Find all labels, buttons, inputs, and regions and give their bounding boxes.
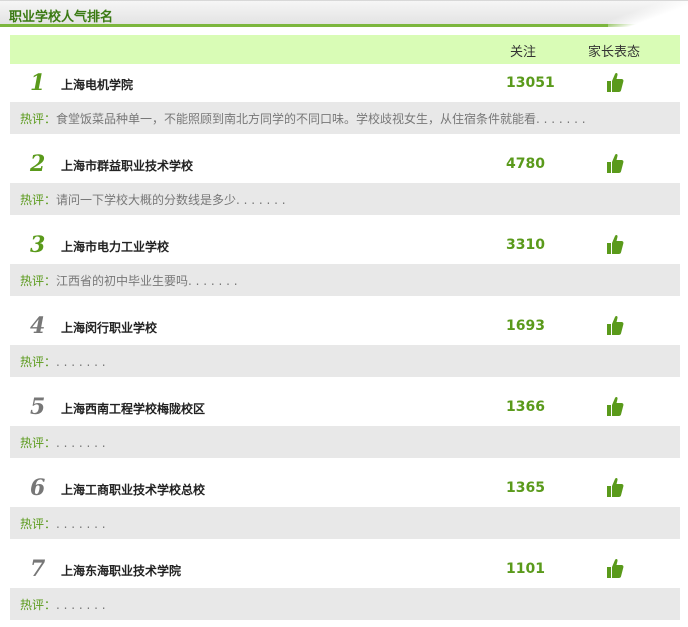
comment-label: 热评：: [20, 112, 57, 126]
ranking-row: 5 上海西南工程学校梅陇校区 1366 热评：. . . . . . .: [10, 388, 680, 469]
ranking-list: 1 上海电机学院 13051 热评：食堂饭菜品种单一，不能照顾到南北方同学的不同…: [10, 64, 680, 627]
thumbs-up-icon[interactable]: [606, 152, 624, 174]
school-name-link[interactable]: 上海闵行职业学校: [61, 319, 157, 336]
rank-number: 7: [30, 556, 46, 582]
thumbs-up-icon[interactable]: [606, 71, 624, 93]
ranking-row: 6 上海工商职业技术学校总校 1365 热评：. . . . . . .: [10, 469, 680, 550]
panel-title: 职业学校人气排名: [9, 10, 114, 25]
ranking-row-main: 7 上海东海职业技术学院 1101: [10, 550, 680, 589]
school-name-link[interactable]: 上海电机学院: [61, 76, 133, 93]
thumbs-up-icon[interactable]: [606, 314, 624, 336]
thumbs-up-icon[interactable]: [606, 395, 624, 417]
comment-text: 请问一下学校大概的分数线是多少. . . . . . .: [56, 193, 286, 207]
column-parent-attitude-label: 家长表态: [588, 45, 641, 60]
school-name-link[interactable]: 上海市电力工业学校: [61, 238, 169, 255]
rank-number: 3: [30, 232, 46, 258]
comment-bar: 热评：食堂饭菜品种单一，不能照顾到南北方同学的不同口味。学校歧视女生，从住宿条件…: [10, 102, 680, 134]
panel-header: 职业学校人气排名: [0, 0, 688, 28]
follow-count: 1693: [506, 318, 545, 334]
follow-count: 1365: [506, 480, 545, 496]
comment-text: . . . . . . .: [56, 517, 106, 531]
ranking-row: 2 上海市群益职业技术学校 4780 热评：请问一下学校大概的分数线是多少. .…: [10, 145, 680, 226]
follow-count: 4780: [506, 156, 545, 172]
ranking-row-main: 1 上海电机学院 13051: [10, 64, 680, 103]
follow-count: 13051: [506, 75, 555, 91]
ranking-row-main: 5 上海西南工程学校梅陇校区 1366: [10, 388, 680, 427]
follow-count: 3310: [506, 237, 545, 253]
school-name-link[interactable]: 上海市群益职业技术学校: [61, 157, 193, 174]
comment-label: 热评：: [20, 274, 57, 288]
header-corner-decoration: [608, 1, 688, 28]
thumbs-up-icon[interactable]: [606, 476, 624, 498]
school-name-link[interactable]: 上海西南工程学校梅陇校区: [61, 400, 205, 417]
rank-number: 1: [30, 70, 46, 96]
comment-label: 热评：: [20, 436, 57, 450]
ranking-row-main: 2 上海市群益职业技术学校 4780: [10, 145, 680, 184]
column-follow-label: 关注: [510, 45, 537, 60]
school-name-link[interactable]: 上海工商职业技术学校总校: [61, 481, 205, 498]
rank-number: 6: [30, 475, 46, 501]
comment-label: 热评：: [20, 193, 57, 207]
comment-label: 热评：: [20, 517, 57, 531]
rank-number: 5: [30, 394, 46, 420]
ranking-row: 3 上海市电力工业学校 3310 热评：江西省的初中毕业生要吗. . . . .…: [10, 226, 680, 307]
comment-label: 热评：: [20, 598, 57, 612]
comment-bar: 热评：. . . . . . .: [10, 345, 680, 377]
follow-count: 1101: [506, 561, 545, 577]
comment-text: 食堂饭菜品种单一，不能照顾到南北方同学的不同口味。学校歧视女生，从住宿条件就能看…: [56, 112, 586, 126]
comment-text: . . . . . . .: [56, 355, 106, 369]
comment-text: . . . . . . .: [56, 436, 106, 450]
ranking-row: 4 上海闵行职业学校 1693 热评：. . . . . . .: [10, 307, 680, 388]
ranking-row-main: 4 上海闵行职业学校 1693: [10, 307, 680, 346]
comment-bar: 热评：. . . . . . .: [10, 588, 680, 620]
comment-text: 江西省的初中毕业生要吗. . . . . . .: [56, 274, 238, 288]
comment-label: 热评：: [20, 355, 57, 369]
rank-number: 2: [30, 151, 46, 177]
ranking-row-main: 3 上海市电力工业学校 3310: [10, 226, 680, 265]
comment-bar: 热评：江西省的初中毕业生要吗. . . . . . .: [10, 264, 680, 296]
thumbs-up-icon[interactable]: [606, 233, 624, 255]
comment-bar: 热评：. . . . . . .: [10, 426, 680, 458]
school-name-link[interactable]: 上海东海职业技术学院: [61, 562, 181, 579]
comment-bar: 热评：. . . . . . .: [10, 507, 680, 539]
follow-count: 1366: [506, 399, 545, 415]
ranking-row-main: 6 上海工商职业技术学校总校 1365: [10, 469, 680, 508]
ranking-row: 7 上海东海职业技术学院 1101 热评：. . . . . . .: [10, 550, 680, 627]
column-header-bar: 关注 家长表态: [10, 35, 680, 64]
rank-number: 4: [30, 313, 46, 339]
comment-text: . . . . . . .: [56, 598, 106, 612]
comment-bar: 热评：请问一下学校大概的分数线是多少. . . . . . .: [10, 183, 680, 215]
ranking-row: 1 上海电机学院 13051 热评：食堂饭菜品种单一，不能照顾到南北方同学的不同…: [10, 64, 680, 145]
thumbs-up-icon[interactable]: [606, 557, 624, 579]
